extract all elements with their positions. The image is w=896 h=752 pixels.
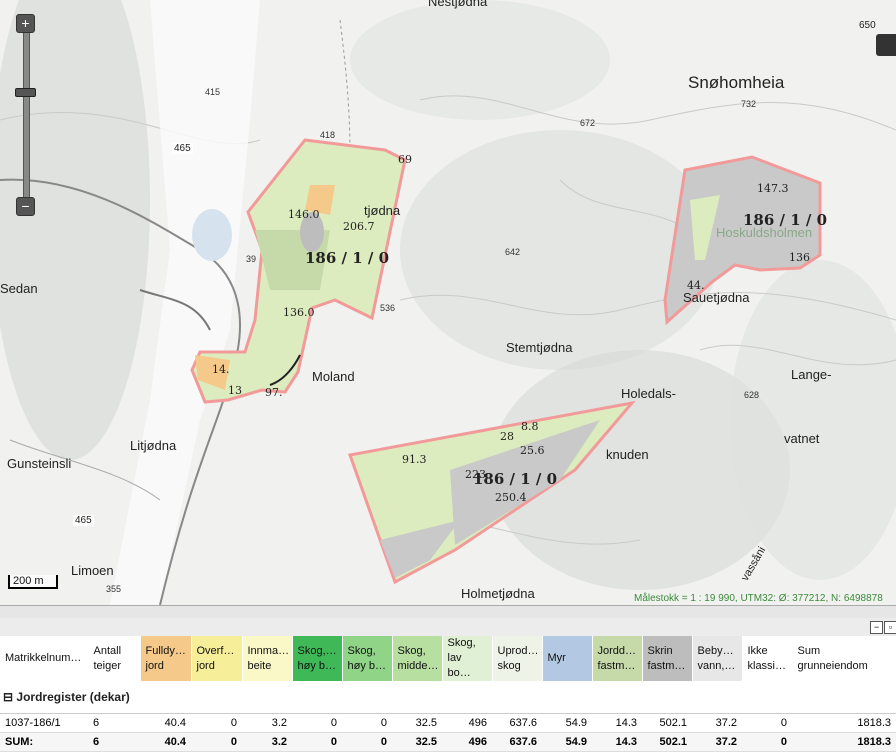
column-header[interactable]: Beby… vann,… xyxy=(692,636,743,681)
elevation-label: 536 xyxy=(380,303,396,313)
table-cell: 37.2 xyxy=(692,713,742,733)
collapse-icon[interactable]: ⊟ xyxy=(3,690,16,704)
scale-info: Målestokk = 1 : 19 990, UTM32: Ø: 377212… xyxy=(634,593,883,604)
zoom-out-button[interactable]: − xyxy=(16,197,35,216)
table-cell: 502.1 xyxy=(642,713,692,733)
zoom-slider-track[interactable] xyxy=(23,31,30,201)
table-cell: 32.5 xyxy=(392,713,442,733)
road-number: 465 xyxy=(172,143,193,154)
elevation-label: 628 xyxy=(744,390,760,400)
column-header[interactable]: Myr xyxy=(542,636,593,681)
area-value-label: 146.0 xyxy=(288,208,320,221)
table-cell: 14.3 xyxy=(592,713,642,733)
column-header[interactable]: Skog,… høy b… xyxy=(292,636,343,681)
place-label-limoen: Limoen xyxy=(71,563,114,578)
column-header[interactable]: Jordd… fastm… xyxy=(592,636,643,681)
area-value-label: 97. xyxy=(265,386,283,399)
table-cell: 637.6 xyxy=(492,713,542,733)
table-cell: 0 xyxy=(742,713,792,733)
area-value-label: 136.0 xyxy=(283,306,315,319)
place-label-holmetjodna: Holmetjødna xyxy=(461,586,535,601)
area-value-label: 223 xyxy=(465,468,486,481)
place-label-gunsteinsli: Gunsteinsli xyxy=(7,456,72,471)
table-header-row: Matrikkelnum… Antall teiger Fulldy… jord… xyxy=(0,636,896,681)
area-value-label: 13 xyxy=(228,384,242,397)
place-label-lange: Lange- xyxy=(791,367,832,382)
elevation-label: 415 xyxy=(205,87,221,97)
group-row[interactable]: ⊟ Jordregister (dekar) xyxy=(0,681,896,714)
elevation-label: 39 xyxy=(246,254,257,264)
table-cell: 40.4 xyxy=(140,713,191,733)
zoom-in-button[interactable]: + xyxy=(16,14,35,33)
table-cell: 1037-186/1 xyxy=(0,713,88,733)
table-cell: 0 xyxy=(191,713,242,733)
map-view[interactable]: Nestjødna Snøhomheia Sedan tjødna Moland… xyxy=(0,0,896,605)
place-label-nestjodna: Nestjødna xyxy=(428,0,488,9)
place-label-knuden: knuden xyxy=(606,447,649,462)
area-value-label: 14. xyxy=(212,363,230,376)
table-cell: 54.9 xyxy=(542,713,592,733)
area-value-label: 69 xyxy=(398,153,412,166)
table-cell: 1818.3 xyxy=(792,713,896,733)
area-value-label: 8.8 xyxy=(521,420,539,433)
column-header[interactable]: Antall teiger xyxy=(88,636,141,681)
column-header[interactable]: Ikke klassi… xyxy=(742,636,793,681)
column-header[interactable]: Skog, lav bo… xyxy=(442,636,493,681)
column-header[interactable]: Fulldy… jord xyxy=(140,636,192,681)
column-header[interactable]: Innma… beite xyxy=(242,636,293,681)
elevation-label: 355 xyxy=(106,584,122,594)
table-row[interactable]: 1037-186/1 6 40.4 0 3.2 0 0 32.5 496 637… xyxy=(0,713,896,733)
corner-badge: 650 xyxy=(859,20,876,31)
road-number: 465 xyxy=(73,515,94,526)
area-value-label: 136 xyxy=(789,251,810,264)
place-label-stemtjodna: Stemtjødna xyxy=(506,340,573,355)
group-label: Jordregister (dekar) xyxy=(16,690,130,704)
column-header[interactable]: Skog, midde… xyxy=(392,636,443,681)
summary-table: Matrikkelnum… Antall teiger Fulldy… jord… xyxy=(0,636,896,752)
area-value-label: 206.7 xyxy=(343,220,375,233)
zoom-slider-handle[interactable] xyxy=(15,88,36,97)
area-value-label: 25.6 xyxy=(520,444,545,457)
area-value-label: 44. xyxy=(687,279,705,292)
elevation-label: 642 xyxy=(505,247,521,257)
place-label-moland: Moland xyxy=(312,369,355,384)
place-label-vatnet: vatnet xyxy=(784,431,820,446)
area-value-label: 250.4 xyxy=(495,491,527,504)
place-label-holedals: Holedals- xyxy=(621,386,676,401)
table-cell: 496 xyxy=(442,713,492,733)
elevation-label: 418 xyxy=(320,130,336,140)
scale-bar: 200 m xyxy=(8,575,58,589)
maximize-panel-button[interactable]: ▫ xyxy=(884,621,896,634)
column-header[interactable]: Uprod… skog xyxy=(492,636,543,681)
elevation-label: 672 xyxy=(580,118,596,128)
column-header[interactable]: Sum grunneiendom xyxy=(792,636,896,681)
table-cell: 3.2 xyxy=(242,713,292,733)
layer-switcher-button[interactable] xyxy=(876,34,896,56)
table-cell: 0 xyxy=(292,713,342,733)
area-value-label: 28 xyxy=(500,430,514,443)
column-header[interactable]: Matrikkelnum… xyxy=(0,636,89,681)
column-header[interactable]: Skog, høy b… xyxy=(342,636,393,681)
panel-toolbar: − ▫ xyxy=(0,618,896,637)
elevation-label: 732 xyxy=(741,99,757,109)
place-label-sedan: Sedan xyxy=(0,281,38,296)
table-cell: 0 xyxy=(342,713,392,733)
place-label-snohomheia: Snøhomheia xyxy=(688,73,785,92)
column-header[interactable]: Skrin fastm… xyxy=(642,636,693,681)
column-header[interactable]: Overf… jord xyxy=(191,636,243,681)
minimize-panel-button[interactable]: − xyxy=(870,621,883,634)
place-label-sauetjodna: Sauetjødna xyxy=(683,290,750,305)
place-label-litjodna: Litjødna xyxy=(130,438,177,453)
table-cell: 6 xyxy=(88,713,140,733)
area-value-label: 147.3 xyxy=(757,182,789,195)
place-label-tjodna: tjødna xyxy=(364,203,401,218)
parcel-id-label: 186 / 1 / 0 xyxy=(305,249,390,267)
area-value-label: 91.3 xyxy=(402,453,427,466)
parcel-id-label: 186 / 1 / 0 xyxy=(743,211,828,229)
